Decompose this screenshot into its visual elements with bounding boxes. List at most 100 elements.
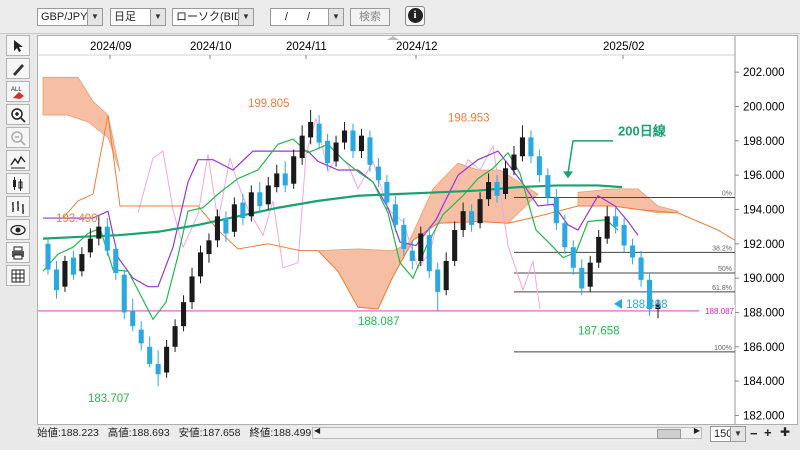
print-button[interactable] <box>6 242 30 263</box>
low-annotation-2: 188.087 <box>358 316 400 328</box>
chevron-down-icon: ▼ <box>87 9 102 25</box>
indicator-icon <box>10 155 26 169</box>
pen-tool-button[interactable] <box>6 58 30 79</box>
erase-all-button[interactable]: ALL <box>6 81 30 102</box>
candle-body <box>519 137 525 157</box>
candle-body <box>164 346 170 373</box>
date-axis-label: 2025/02 <box>603 41 645 53</box>
price-axis-label: 182.000 <box>743 410 785 422</box>
price-axis-label: 194.000 <box>743 204 785 216</box>
candle-body <box>486 182 492 200</box>
toolbar: GBP/JPY ▼ 日足 ▼ ローソク(BID) ▼ / / ▼ 検索 i <box>0 0 800 34</box>
candle-body <box>316 123 322 143</box>
candle-body <box>562 223 568 248</box>
scroll-right-icon[interactable]: ▶ <box>694 426 700 435</box>
search-button[interactable]: 検索 <box>350 8 390 26</box>
candle-body <box>299 135 305 158</box>
candle-body <box>426 235 432 272</box>
chevron-down-icon: ▼ <box>328 9 343 25</box>
candle-body <box>79 254 85 272</box>
eye-icon <box>10 224 26 236</box>
minus-icon[interactable]: − <box>750 426 758 441</box>
candle-body <box>189 276 195 303</box>
price-axis-label: 200.000 <box>743 101 785 113</box>
candle-settings-button[interactable] <box>6 173 30 194</box>
candle-body <box>308 121 314 138</box>
horizontal-scrollbar[interactable]: ◀ ▶ <box>312 426 702 439</box>
candle-body <box>553 197 559 224</box>
pair-select[interactable]: GBP/JPY ▼ <box>37 8 103 26</box>
expand-icon[interactable]: ✚ <box>780 425 790 439</box>
date-axis-label: 2024/12 <box>396 41 438 53</box>
zoom-out-icon <box>11 131 26 146</box>
candle-body <box>130 310 136 327</box>
candle-body <box>147 346 153 364</box>
candle-body <box>638 257 644 280</box>
fib-label: 38.2% <box>712 245 732 252</box>
candle-body <box>579 267 585 289</box>
scrollbar-thumb[interactable] <box>657 429 681 439</box>
chart-type-button[interactable] <box>6 196 30 217</box>
ma200-arrow-icon <box>563 171 573 179</box>
candle-body <box>172 326 178 347</box>
price-axis-label: 196.000 <box>743 170 785 182</box>
date-axis-label: 2024/10 <box>190 41 232 53</box>
info-button[interactable]: i <box>405 6 425 26</box>
candle-body <box>384 182 390 203</box>
price-axis-label: 190.000 <box>743 273 785 285</box>
chevron-down-icon: ▼ <box>150 9 165 25</box>
ma200-pointer-line <box>567 140 613 174</box>
pair-value: GBP/JPY <box>41 11 88 23</box>
zoom-in-button[interactable] <box>6 104 30 125</box>
bar-count-select[interactable]: 150 ▼ <box>710 426 746 442</box>
candle-body <box>206 240 212 255</box>
price-axis-label: 202.000 <box>743 67 785 79</box>
date-input[interactable]: / / ▼ <box>270 8 344 26</box>
candle-body <box>113 248 119 273</box>
indicator-button[interactable] <box>6 150 30 171</box>
fib-label: 50% <box>718 266 732 273</box>
candle-body <box>138 329 144 344</box>
high-annotation-2: 198.953 <box>448 112 490 124</box>
candle-body <box>214 216 220 241</box>
candle-body <box>511 154 517 170</box>
plus-icon[interactable]: + <box>764 425 772 440</box>
table-button[interactable] <box>6 265 30 286</box>
candle-body <box>333 142 339 162</box>
kumo-right <box>577 188 679 214</box>
timeframe-value: 日足 <box>114 11 136 23</box>
candle-body <box>223 218 229 234</box>
candle-body <box>613 216 619 227</box>
cursor-tool-button[interactable] <box>6 35 30 56</box>
candle-body <box>401 224 407 249</box>
zoom-out-button[interactable] <box>6 127 30 148</box>
drawing-tools: ALL <box>6 35 32 286</box>
timeframe-select[interactable]: 日足 ▼ <box>110 8 166 26</box>
candle-body <box>452 230 458 261</box>
price-axis-label: 188.000 <box>743 307 785 319</box>
ma200-annotation: 200日線 <box>618 124 667 139</box>
fib-label: 100% <box>714 345 732 352</box>
candle-body <box>350 130 356 152</box>
candle-body <box>231 204 237 232</box>
date-axis-label: 2024/11 <box>286 41 327 53</box>
candle-body <box>477 199 483 224</box>
fib-label: 0% <box>722 190 732 197</box>
price-chart[interactable]: 2024/09 2024/10 2024/11 2024/12 2025/02 202.0… <box>37 35 798 425</box>
candle-body <box>45 243 51 270</box>
candle-body <box>87 238 93 253</box>
candle-icon <box>13 177 23 191</box>
candle-body <box>181 302 187 327</box>
price-type-select[interactable]: ローソク(BID) ▼ <box>172 8 254 26</box>
current-price-annotation: 188.498 <box>626 299 668 311</box>
candle-body <box>282 173 288 186</box>
candle-body <box>435 269 441 292</box>
candle-body <box>274 173 280 188</box>
low-value: 安値:187.658 <box>178 427 241 439</box>
price-axis-label: 184.000 <box>743 376 785 388</box>
candle-body <box>291 156 297 184</box>
date-value: / / <box>284 11 319 23</box>
view-button[interactable] <box>6 219 30 240</box>
printer-icon <box>12 246 24 260</box>
scroll-left-icon[interactable]: ◀ <box>314 426 320 435</box>
